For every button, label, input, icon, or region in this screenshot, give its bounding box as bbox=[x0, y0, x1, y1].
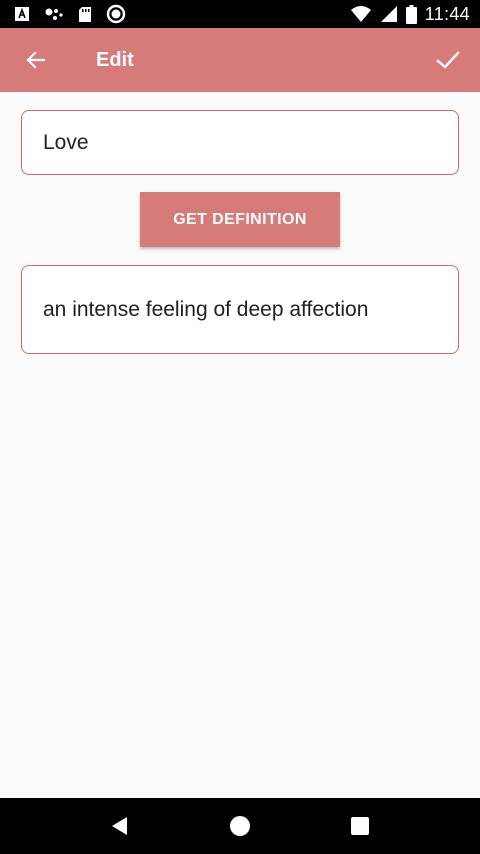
word-input[interactable]: Love bbox=[21, 110, 459, 175]
back-button[interactable] bbox=[0, 28, 72, 92]
check-icon bbox=[436, 51, 460, 69]
signal-icon bbox=[380, 6, 397, 22]
status-right-icons: 11:44 bbox=[342, 4, 470, 25]
get-definition-button[interactable]: GET DEFINITION bbox=[140, 192, 340, 247]
accessibility-a-icon bbox=[15, 7, 29, 21]
definition-value: an intense feeling of deep affection bbox=[43, 297, 369, 321]
recents-square-icon bbox=[351, 817, 369, 835]
back-triangle-icon bbox=[112, 817, 127, 835]
nav-recents-button[interactable] bbox=[340, 806, 380, 846]
arrow-back-icon bbox=[26, 51, 46, 69]
word-input-value: Love bbox=[43, 130, 89, 154]
battery-icon bbox=[405, 4, 417, 24]
status-left-icons bbox=[14, 4, 140, 24]
app-bar: Edit bbox=[0, 28, 480, 92]
status-time: 11:44 bbox=[424, 3, 470, 24]
definition-field[interactable]: an intense feeling of deep affection bbox=[21, 265, 459, 354]
nav-back-button[interactable] bbox=[100, 806, 140, 846]
wifi-icon bbox=[350, 6, 371, 22]
sync-circle-icon bbox=[106, 4, 126, 24]
sd-card-icon bbox=[79, 6, 91, 22]
assistant-dots-icon bbox=[45, 8, 63, 20]
nav-bar bbox=[0, 798, 480, 854]
status-bar: 11:44 bbox=[0, 0, 480, 28]
edit-content: Love GET DEFINITION an intense feeling o… bbox=[0, 92, 480, 798]
page-title: Edit bbox=[96, 48, 134, 71]
confirm-button[interactable] bbox=[416, 28, 480, 92]
nav-home-button[interactable] bbox=[220, 806, 260, 846]
home-circle-icon bbox=[230, 816, 250, 836]
